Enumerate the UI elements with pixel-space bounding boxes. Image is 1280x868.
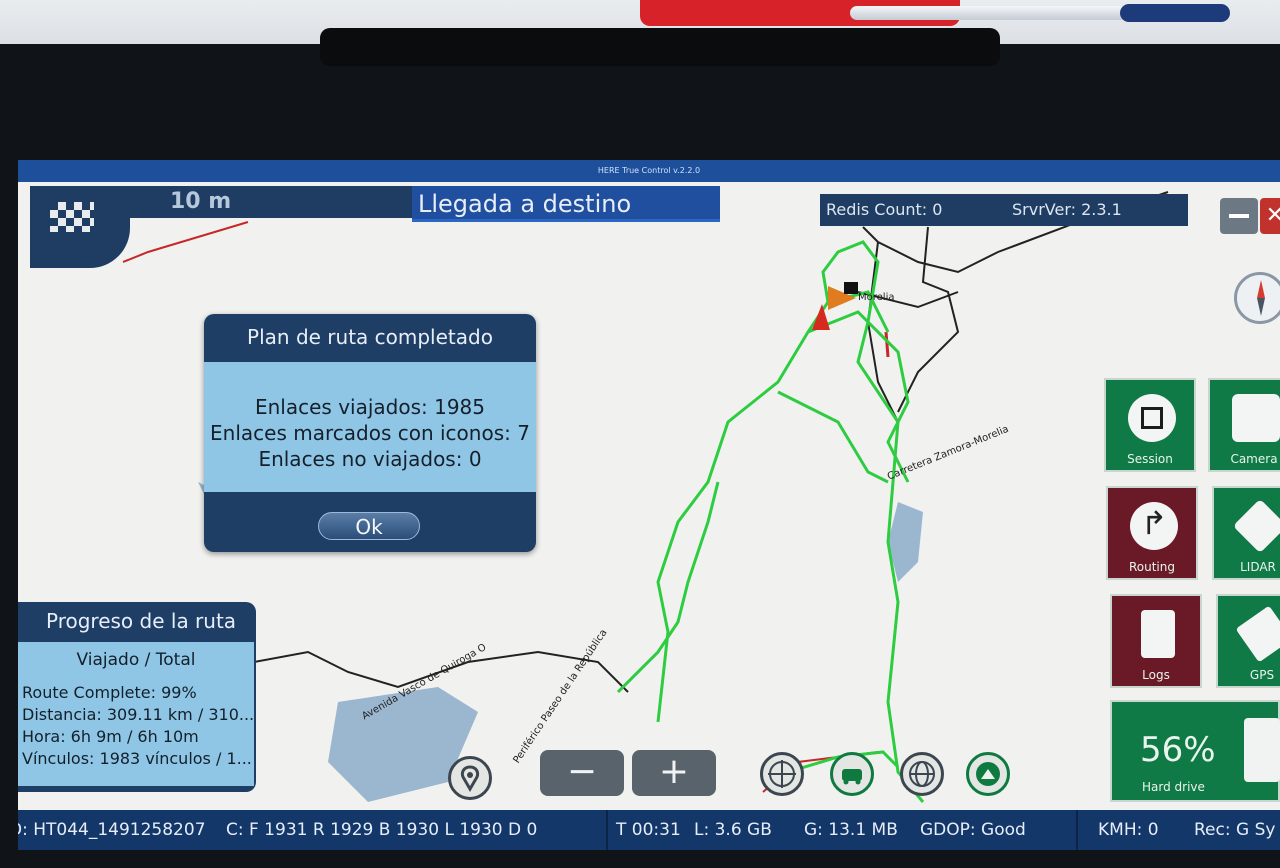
map-mode-button[interactable] <box>966 752 1010 796</box>
arrival-title: Llegada a destino <box>412 186 720 222</box>
vehicle-view-button[interactable] <box>830 752 874 796</box>
crosshair-icon <box>768 760 796 788</box>
distance-to-destination: 10 m <box>130 186 278 218</box>
zoom-out-button[interactable]: − <box>540 750 624 796</box>
header-spacer <box>278 186 412 218</box>
tablet-screen: HERE True Control v.2.2.0 Morelia Carret… <box>18 160 1280 850</box>
distance-progress: Distancia: 309.11 km / 310... <box>22 705 254 724</box>
links-traveled: Enlaces viajados: 1985 <box>254 395 485 419</box>
globe-icon <box>909 761 935 787</box>
dialog-body: Enlaces viajados: 1985 Enlaces marcados … <box>204 362 536 492</box>
lidar-storage: L: 3.6 GB <box>694 820 772 840</box>
hard-drive-icon <box>1244 718 1280 782</box>
session-id: ID: HT044_1491258207 <box>18 820 206 840</box>
location-pin-icon <box>460 765 480 792</box>
time-progress: Hora: 6h 9m / 6h 10m <box>22 727 199 746</box>
routing-label: Routing <box>1128 560 1175 574</box>
checkered-flag-icon <box>50 202 94 232</box>
elapsed-time: T 00:31 <box>616 820 681 840</box>
hard-drive-percent: 56% <box>1140 730 1216 770</box>
gps-label: GPS <box>1249 668 1275 682</box>
redis-count: Redis Count: 0 <box>826 200 943 219</box>
hard-drive-label: Hard drive <box>1142 780 1205 794</box>
finish-panel <box>30 186 130 268</box>
links-marked: Enlaces marcados con iconos: 7 <box>210 421 530 445</box>
documents-icon <box>1141 610 1175 658</box>
links-not-traveled: Enlaces no viajados: 0 <box>258 447 482 471</box>
dialog-title: Plan de ruta completado <box>247 325 493 349</box>
destination-flag-icon <box>812 282 858 330</box>
close-button[interactable]: ✕ <box>1260 198 1280 234</box>
progress-subtitle: Viajado / Total <box>76 650 196 670</box>
route-arrow-icon <box>1130 502 1178 550</box>
progress-title: Progreso de la ruta <box>46 609 237 633</box>
speed-kmh: KMH: 0 <box>1098 820 1159 840</box>
zoom-in-button[interactable]: + <box>632 750 716 796</box>
window-title: HERE True Control v.2.2.0 <box>18 160 1280 182</box>
globe-button[interactable] <box>900 752 944 796</box>
logs-label: Logs <box>1142 668 1170 682</box>
ok-button[interactable]: Ok <box>318 512 420 540</box>
progress-body: Viajado / Total Route Complete: 99% Dist… <box>18 642 254 786</box>
gps-storage: G: 13.1 MB <box>804 820 898 840</box>
recording-status: Rec: G Sy <box>1194 820 1276 840</box>
status-bar: ID: HT044_1491258207 C: F 1931 R 1929 B … <box>18 810 1280 850</box>
location-pin-button[interactable] <box>448 756 492 800</box>
logs-button[interactable]: Logs <box>1110 594 1202 688</box>
route-complete-dialog: Plan de ruta completado Enlaces viajados… <box>204 314 536 552</box>
hard-drive-panel[interactable]: 56% Hard drive <box>1110 700 1280 802</box>
route-progress-panel: Progreso de la ruta Viajado / Total Rout… <box>18 602 256 792</box>
server-info: Redis Count: 0 SrvrVer: 2.3.1 <box>820 194 1188 226</box>
camera-button[interactable]: Camera <box>1208 378 1280 472</box>
satellite-icon <box>1235 605 1280 663</box>
lidar-label: LIDAR <box>1240 560 1276 574</box>
gps-button[interactable]: GPS <box>1216 594 1280 688</box>
route-complete: Route Complete: 99% <box>22 683 197 702</box>
lidar-icon <box>1232 498 1280 554</box>
car-icon <box>842 769 862 785</box>
session-label: Session <box>1127 452 1173 466</box>
gdop-status: GDOP: Good <box>920 820 1026 840</box>
map-layer-icon <box>976 762 1000 786</box>
links-progress: Vínculos: 1983 vínculos / 1... <box>22 749 252 768</box>
camera-label: Camera <box>1230 452 1278 466</box>
tablet-mount <box>320 28 1000 66</box>
minimize-button[interactable] <box>1220 198 1258 234</box>
routing-button[interactable]: Routing <box>1106 486 1198 580</box>
compass-needle-south <box>1257 298 1265 316</box>
pen-tip <box>1120 4 1230 22</box>
lidar-button[interactable]: LIDAR <box>1212 486 1280 580</box>
compass-icon[interactable] <box>1234 272 1280 324</box>
stop-square-icon <box>1128 394 1176 442</box>
capture-counts: C: F 1931 R 1929 B 1930 L 1930 D 0 <box>226 820 538 840</box>
north-up-button[interactable] <box>760 752 804 796</box>
server-version: SrvrVer: 2.3.1 <box>1012 200 1122 219</box>
session-button[interactable]: Session <box>1104 378 1196 472</box>
compass-needle-north <box>1257 280 1265 298</box>
camera-icon <box>1232 394 1280 442</box>
